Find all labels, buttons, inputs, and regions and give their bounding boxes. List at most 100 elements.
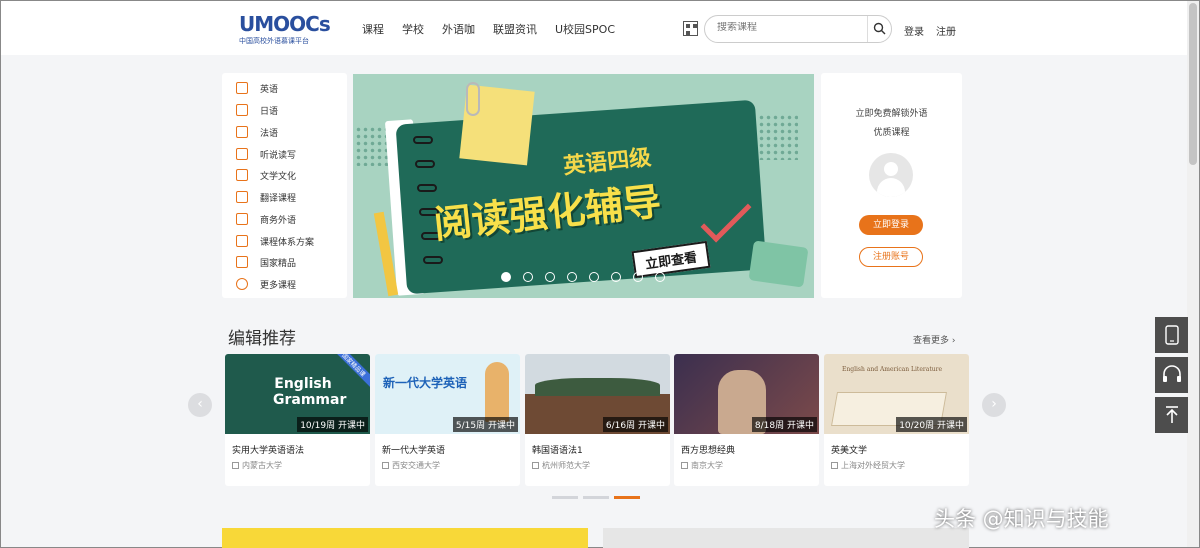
nav-item-spoc[interactable]: U校园SPOC [555,21,615,37]
top-header: UMOOCs 中国高校外语慕课平台 课程 学校 外语咖 联盟资讯 U校园SPOC… [1,1,1187,55]
nav-item-schools[interactable]: 学校 [402,21,424,37]
search-icon [873,22,886,35]
category-label: 商务外语 [260,215,297,226]
carousel-dot[interactable] [501,272,511,282]
category-item-curriculum[interactable]: 课程体系方案 [222,232,314,250]
carousel-dot[interactable] [567,272,577,282]
user-body [877,178,905,197]
search-input[interactable] [717,22,857,33]
login-now-button[interactable]: 立即登录 [859,215,923,235]
category-item-business[interactable]: 商务外语 [222,210,296,228]
course-school: 上海对外经贸大学 [831,460,905,471]
course-name: 英美文学 [831,446,868,456]
carousel-dot[interactable] [611,272,621,282]
course-card[interactable]: English Grammar 国家精品课 10/19周 开课中 实用大学英语语… [225,354,370,486]
category-item-translation[interactable]: 翻译课程 [222,188,296,206]
carousel-dot[interactable] [589,272,599,282]
course-name: 新一代大学英语 [382,446,446,456]
view-more-link[interactable]: 查看更多 › [913,333,955,346]
banner-dot-pattern [758,114,798,160]
logo-subtitle: 中国高校外语慕课平台 [239,37,309,45]
carousel-dot[interactable] [633,272,643,282]
promo-banner-right[interactable] [603,528,969,548]
national-quality-ribbon: 国家精品课 [329,354,370,389]
course-school: 杭州师范大学 [532,460,590,471]
category-item-french[interactable]: 法语 [222,123,278,141]
watermark: 头条 @知识与技能 [934,507,1109,531]
nav-item-news[interactable]: 联盟资讯 [493,21,537,37]
course-thumbnail: 8/18周 开课中 [674,354,819,434]
search-button[interactable] [867,16,891,42]
notebook-ring [415,160,435,168]
category-label: 听说读写 [260,150,297,161]
book-icon [236,169,248,181]
course-week-badge: 10/19周 开课中 [297,417,368,432]
paperclip-icon [466,82,480,116]
category-item-culture[interactable]: 文学文化 [222,166,296,184]
category-label: 日语 [260,106,279,117]
school-icon [681,462,688,469]
category-label: 更多课程 [260,280,297,291]
carousel-dot[interactable] [655,272,665,282]
nav-item-courses[interactable]: 课程 [362,21,384,37]
japanese-icon [236,104,248,116]
customer-service-button[interactable] [1155,357,1188,393]
mobile-app-button[interactable] [1155,317,1188,353]
school-icon [831,462,838,469]
course-card[interactable]: English and American Literature 10/20周 开… [824,354,969,486]
school-icon [232,462,239,469]
category-item-skills[interactable]: 听说读写 [222,145,296,163]
category-label: 国家精品 [260,258,297,269]
award-icon [236,256,248,268]
pager-bar[interactable] [583,496,609,499]
promo-banner-left[interactable] [222,528,588,548]
carousel-dots [501,272,665,282]
avatar [869,153,913,197]
qr-code-icon[interactable] [683,21,698,36]
course-thumbnail: 新一代大学英语 5/15周 开课中 [375,354,520,434]
briefcase-icon [236,213,248,225]
register-account-button[interactable]: 注册账号 [859,247,923,267]
nav-item-cafe[interactable]: 外语咖 [442,21,475,37]
umoocs-logo[interactable]: UMOOCs 中国高校外语慕课平台 [239,12,331,47]
category-label: 翻译课程 [260,193,297,204]
hero-banner[interactable]: 英语四级 阅读强化辅导 立即查看 [353,74,814,298]
user-head [884,162,898,176]
thumbnail-text: 新一代大学英语 [383,376,468,390]
category-item-national[interactable]: 国家精品 [222,253,296,271]
register-link[interactable]: 注册 [936,23,956,38]
course-thumbnail: English and American Literature 10/20周 开… [824,354,969,434]
search-box [704,15,892,43]
category-item-more[interactable]: 更多课程 [222,275,296,293]
carousel-prev-button[interactable]: ‹ [188,393,212,417]
category-item-japanese[interactable]: 日语 [222,101,278,119]
notebook-ring [413,136,433,144]
document-icon [236,235,248,247]
carousel-next-button[interactable]: › [982,393,1006,417]
school-name: 西安交通大学 [392,461,440,470]
course-card[interactable]: 6/16周 开课中 韩国语语法1 杭州师范大学 [525,354,670,486]
category-label: 英语 [260,84,279,95]
course-card[interactable]: 8/18周 开课中 西方思想经典 南京大学 [674,354,819,486]
login-link[interactable]: 登录 [904,23,924,38]
login-panel: 立即免费解锁外语 优质课程 立即登录 注册账号 [821,73,962,298]
pager-bar[interactable] [552,496,578,499]
category-item-english[interactable]: 英语 [222,79,278,97]
course-card[interactable]: 新一代大学英语 5/15周 开课中 新一代大学英语 西安交通大学 [375,354,520,486]
carousel-dot[interactable] [523,272,533,282]
carousel-dot[interactable] [545,272,555,282]
banner-dot-pattern [355,126,389,166]
course-name: 韩国语语法1 [532,446,583,456]
scrollbar-thumb[interactable] [1189,3,1197,165]
more-icon [236,278,248,290]
page-scrollbar[interactable] [1187,1,1199,547]
headset-icon [1162,365,1181,382]
logo-text: UMOOCs [239,12,331,36]
pager-bar[interactable] [614,496,640,499]
login-promo-line2: 优质课程 [873,128,910,138]
section-title: 编辑推荐 [228,329,296,349]
back-to-top-button[interactable] [1155,397,1188,433]
category-label: 文学文化 [260,171,297,182]
course-school: 南京大学 [681,460,723,471]
school-name: 内蒙古大学 [242,461,282,470]
